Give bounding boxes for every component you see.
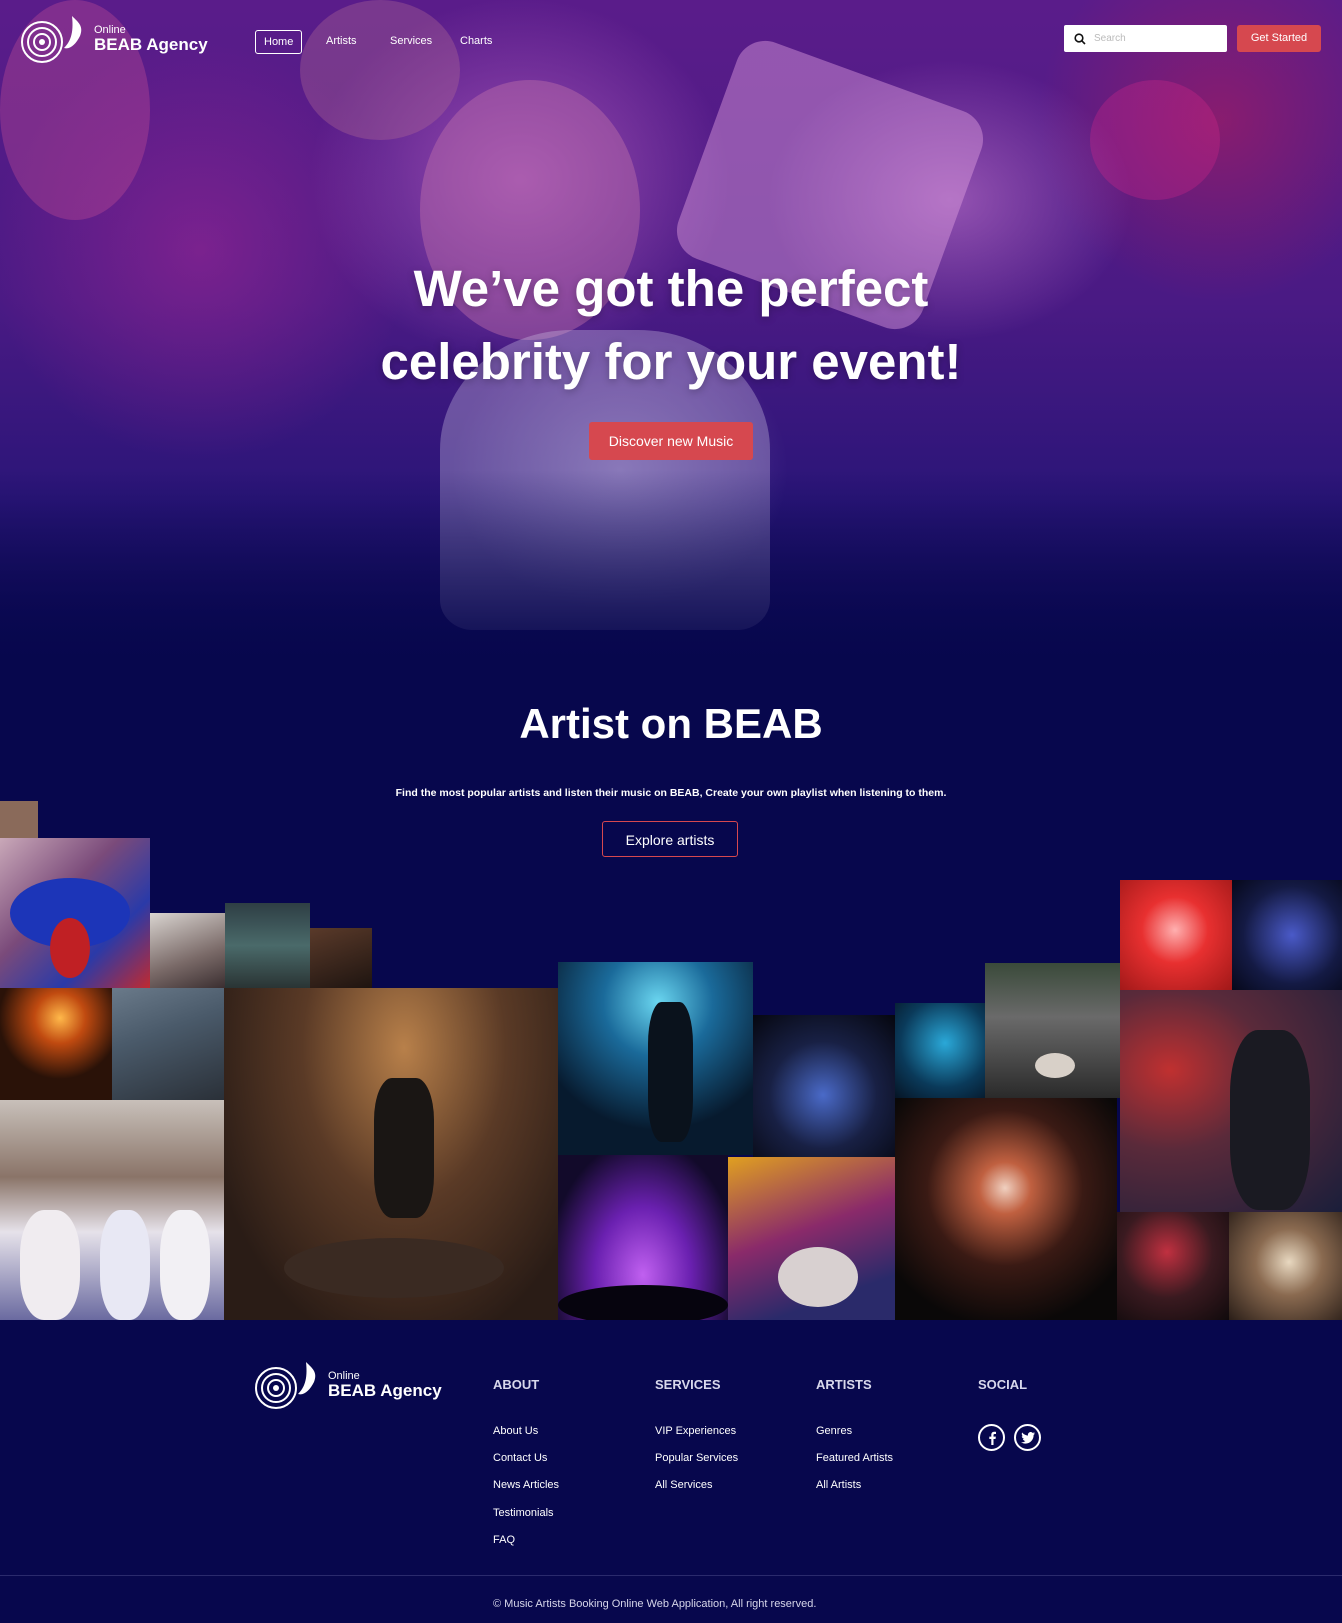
collage-photo[interactable] [150,913,225,988]
nav-services[interactable]: Services [382,30,440,52]
hero-title-line-2: celebrity for your event! [380,333,962,390]
footer-link-all-services[interactable]: All Services [655,1479,712,1491]
footer-link-popular-services[interactable]: Popular Services [655,1452,738,1464]
collage-photo[interactable] [224,988,558,1320]
collage-photo[interactable] [225,903,310,988]
footer-link-contact-us[interactable]: Contact Us [493,1452,547,1464]
search-icon [1074,32,1086,45]
footer-brand-small-label: Online [328,1369,360,1382]
collage-photo[interactable] [895,1098,1117,1320]
hero-fade [0,470,1342,670]
footer-link-all-artists[interactable]: All Artists [816,1479,861,1491]
hero-title: We’ve got the perfect celebrity for your… [271,252,1071,398]
footer-brand-name: BEAB Agency [328,1380,442,1400]
collage-photo[interactable] [0,838,150,988]
footer-link-featured-artists[interactable]: Featured Artists [816,1452,893,1464]
collage-photo[interactable] [895,1003,990,1098]
nav-charts[interactable]: Charts [452,30,500,52]
artists-section-title: Artist on BEAB [519,700,823,747]
footer-link-about-us[interactable]: About Us [493,1425,538,1437]
search-input[interactable] [1092,32,1216,45]
footer-link-genres[interactable]: Genres [816,1425,852,1437]
footer-link-vip-experiences[interactable]: VIP Experiences [655,1425,736,1437]
collage-photo[interactable] [558,962,753,1155]
facebook-icon[interactable] [978,1424,1005,1451]
footer-link-testimonials[interactable]: Testimonials [493,1507,554,1519]
collage-photo[interactable] [728,1157,895,1320]
footer-divider [0,1575,1342,1576]
collage-photo[interactable] [753,1015,895,1157]
brand-small-label: Online [94,23,126,36]
collage-photo[interactable] [1120,990,1342,1212]
collage-photo[interactable] [112,988,224,1100]
collage-photo[interactable] [558,1155,728,1320]
footer-social-title: SOCIAL [978,1377,1028,1392]
footer-services-title: SERVICES [655,1377,721,1392]
footer-artists-title: ARTISTS [816,1377,872,1392]
twitter-icon[interactable] [1014,1424,1041,1451]
footer-link-faq[interactable]: FAQ [493,1534,515,1546]
artists-section-subtitle: Find the most popular artists and listen… [395,787,947,799]
footer-about-title: ABOUT [493,1377,540,1392]
collage-photo[interactable] [0,801,38,839]
nav-artists[interactable]: Artists [318,30,365,52]
top-navbar: Online BEAB Agency Home Artists Services… [0,0,1342,80]
get-started-button[interactable]: Get Started [1237,25,1321,52]
nav-home[interactable]: Home [255,30,303,54]
collage-photo[interactable] [1232,880,1342,990]
brand-name: BEAB Agency [94,34,208,54]
explore-artists-button[interactable]: Explore artists [602,821,738,857]
copyright-text: © Music Artists Booking Online Web Appli… [493,1598,817,1610]
footer-link-news-articles[interactable]: News Articles [493,1479,559,1491]
collage-photo[interactable] [1117,1212,1229,1320]
collage-photo[interactable] [985,963,1120,1098]
collage-photo[interactable] [0,988,112,1100]
collage-photo[interactable] [310,928,372,988]
hero-photo-light [1090,80,1220,200]
collage-photo[interactable] [0,1100,224,1320]
collage-photo[interactable] [1229,1212,1342,1320]
footer-brand-logo[interactable]: Online BEAB Agency [254,1358,442,1412]
brand-logo[interactable]: Online BEAB Agency [20,12,208,66]
vinyl-note-logo-icon [20,12,86,66]
search-box [1064,25,1227,52]
hero-title-line-1: We’ve got the perfect [413,260,929,317]
vinyl-note-logo-icon [254,1358,320,1412]
collage-photo[interactable] [1120,880,1232,990]
discover-music-button[interactable]: Discover new Music [589,422,753,460]
